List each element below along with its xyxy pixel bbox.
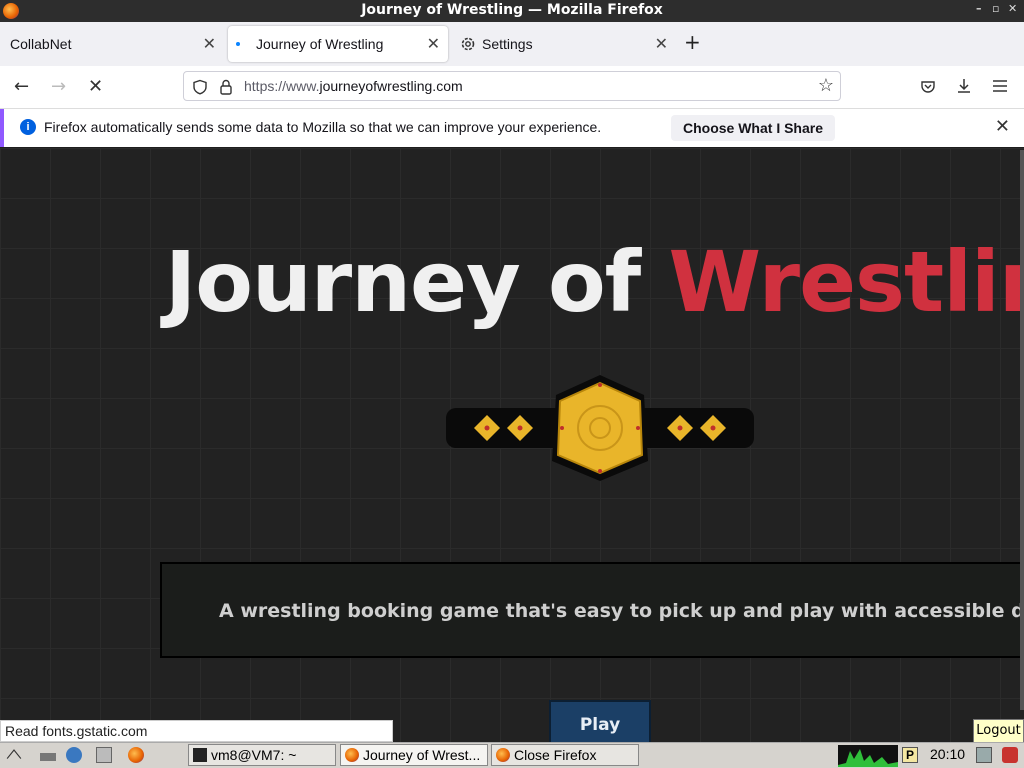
window-titlebar: Journey of Wrestling — Mozilla Firefox –… <box>0 0 1024 22</box>
url-text[interactable]: https://www.journeyofwrestling.com <box>244 78 463 94</box>
taskbar-item-label: Journey of Wrest... <box>363 747 481 763</box>
hero-title: Journey of Wrestling <box>165 233 1024 331</box>
hero-title-part1: Journey of <box>165 233 641 331</box>
choose-what-i-share-button[interactable]: Choose What I Share <box>671 115 835 141</box>
pocket-icon[interactable] <box>920 79 936 95</box>
page-content: Journey of Wrestling A wrestling booking… <box>0 148 1024 742</box>
web-browser-icon[interactable] <box>66 747 82 763</box>
notification-message: Firefox automatically sends some data to… <box>44 119 602 135</box>
tab-journey-of-wrestling[interactable]: Journey of Wrestling ✕ <box>228 26 448 62</box>
minimize-icon[interactable]: – <box>976 2 982 15</box>
tagline-text: A wrestling booking game that's easy to … <box>219 600 1024 622</box>
navigation-toolbar: ← → ✕ https://www.journeyofwrestling.com… <box>0 66 1024 109</box>
shield-icon[interactable] <box>192 79 208 95</box>
address-bar[interactable]: https://www.journeyofwrestling.com ☆ <box>183 71 841 101</box>
status-text: Read fonts.gstatic.com <box>5 723 148 739</box>
close-tab-icon[interactable]: ✕ <box>203 34 216 54</box>
close-tab-icon[interactable]: ✕ <box>427 34 440 54</box>
loading-indicator-icon <box>236 42 240 46</box>
championship-belt-icon <box>446 375 754 481</box>
stop-loading-icon[interactable]: ✕ <box>88 76 103 97</box>
firefox-icon <box>496 748 510 762</box>
taskbar-item-label: Close Firefox <box>514 747 597 763</box>
close-window-icon[interactable]: ✕ <box>1008 2 1017 15</box>
system-taskbar: vm8@VM7: ~ Journey of Wrest... Close Fir… <box>0 742 1024 768</box>
network-icon[interactable] <box>976 747 992 763</box>
tab-label: CollabNet <box>10 36 72 52</box>
maximize-icon[interactable]: ▫ <box>992 2 999 15</box>
file-manager-icon[interactable] <box>96 747 112 763</box>
logout-icon[interactable] <box>1002 747 1018 763</box>
tab-label: Journey of Wrestling <box>256 36 384 52</box>
play-button[interactable]: Play <box>549 700 651 742</box>
lock-icon[interactable] <box>219 79 233 95</box>
show-desktop-icon[interactable] <box>40 753 56 761</box>
download-icon[interactable] <box>956 78 972 94</box>
back-arrow-icon[interactable]: ← <box>14 76 29 97</box>
forward-arrow-icon[interactable]: → <box>51 76 66 97</box>
new-tab-icon[interactable]: + <box>684 30 701 54</box>
tab-collabnet[interactable]: CollabNet ✕ <box>0 26 224 62</box>
tab-settings[interactable]: Settings ✕ <box>452 26 676 62</box>
close-notification-icon[interactable]: ✕ <box>995 116 1010 137</box>
bookmark-star-icon[interactable]: ☆ <box>818 75 834 96</box>
logout-tooltip: Logout <box>973 719 1024 743</box>
notes-icon[interactable]: P <box>902 747 918 763</box>
hamburger-menu-icon[interactable] <box>992 79 1008 93</box>
taskbar-item-close-firefox[interactable]: Close Firefox <box>491 744 639 766</box>
tab-bar: CollabNet ✕ Journey of Wrestling ✕ Setti… <box>0 22 1024 66</box>
status-panel: Read fonts.gstatic.com <box>0 720 393 742</box>
cpu-monitor-icon <box>838 745 898 767</box>
clock: 20:10 <box>930 746 966 762</box>
taskbar-item-firefox[interactable]: Journey of Wrest... <box>340 744 488 766</box>
data-collection-notification: i Firefox automatically sends some data … <box>0 109 1024 147</box>
info-icon: i <box>20 119 36 135</box>
taskbar-item-label: vm8@VM7: ~ <box>211 747 297 763</box>
close-tab-icon[interactable]: ✕ <box>655 34 668 54</box>
page-scrollbar[interactable] <box>1020 150 1024 710</box>
hero-title-part2: Wrestling <box>668 233 1024 331</box>
firefox-icon <box>345 748 359 762</box>
firefox-launcher-icon[interactable] <box>128 747 144 763</box>
gear-icon <box>461 37 475 51</box>
start-menu-icon[interactable] <box>6 746 22 762</box>
tab-label: Settings <box>482 36 533 52</box>
window-title: Journey of Wrestling — Mozilla Firefox <box>361 2 663 18</box>
tagline-panel: A wrestling booking game that's easy to … <box>160 562 1024 658</box>
terminal-icon <box>193 748 207 762</box>
taskbar-item-terminal[interactable]: vm8@VM7: ~ <box>188 744 336 766</box>
